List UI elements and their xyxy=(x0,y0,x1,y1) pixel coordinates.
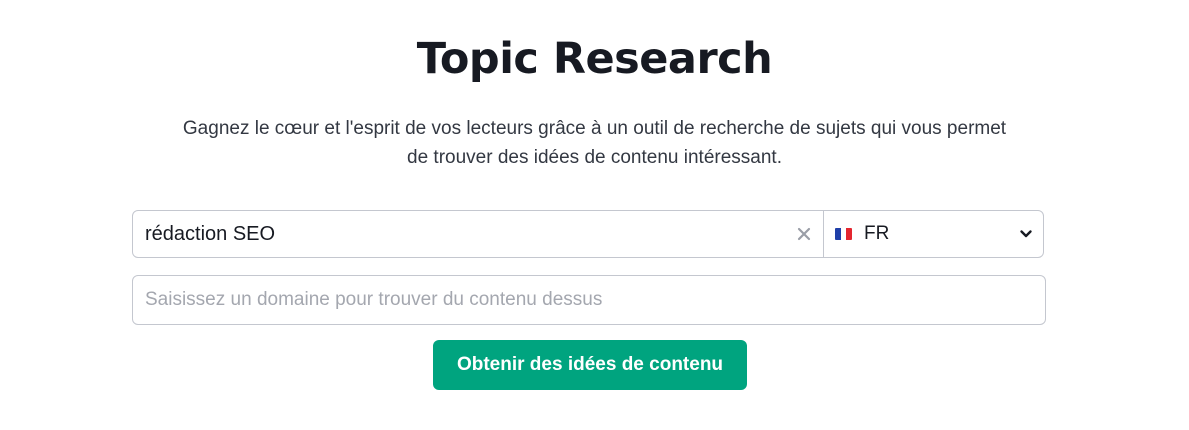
chevron-down-icon xyxy=(1020,230,1032,238)
get-content-ideas-button[interactable]: Obtenir des idées de contenu xyxy=(433,340,747,390)
domain-input[interactable] xyxy=(132,275,1046,325)
keyword-search-bar: FR xyxy=(132,210,1044,258)
close-icon[interactable] xyxy=(793,223,815,245)
keyword-input[interactable] xyxy=(133,212,785,256)
keyword-field-wrapper xyxy=(133,211,823,257)
france-flag-icon xyxy=(835,228,852,240)
database-select[interactable]: FR xyxy=(823,211,1043,257)
database-label: FR xyxy=(864,223,890,244)
page-title: Topic Research xyxy=(416,34,773,84)
page-subtitle: Gagnez le cœur et l'esprit de vos lecteu… xyxy=(182,118,1007,168)
